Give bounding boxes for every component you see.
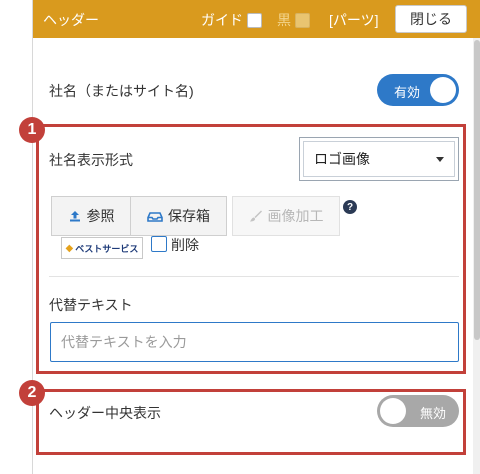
- parts-link[interactable]: [パーツ]: [329, 10, 379, 30]
- company-name-toggle[interactable]: 有効: [377, 74, 459, 106]
- company-name-toggle-label: 有効: [394, 85, 421, 100]
- badge-2: 2: [19, 380, 45, 406]
- highlight-box-2: [36, 389, 466, 455]
- close-button[interactable]: 閉じる: [395, 5, 467, 33]
- toggle-knob: [430, 77, 456, 103]
- badge-1: 1: [19, 117, 45, 143]
- black-label: 黒: [277, 12, 291, 28]
- panel-title: ヘッダー: [43, 12, 99, 28]
- highlight-box-1: [36, 124, 466, 374]
- scrollbar-thumb[interactable]: [474, 40, 480, 340]
- panel-header: ヘッダー ガイド 黒 [パーツ] 閉じる: [33, 0, 480, 38]
- guide-checkbox[interactable]: [247, 12, 262, 28]
- black-checkbox[interactable]: [295, 12, 310, 28]
- guide-toggle[interactable]: ガイド: [201, 10, 262, 30]
- black-toggle[interactable]: 黒: [277, 10, 310, 30]
- company-name-label: 社名（またはサイト名): [49, 83, 194, 99]
- guide-label: ガイド: [201, 12, 243, 28]
